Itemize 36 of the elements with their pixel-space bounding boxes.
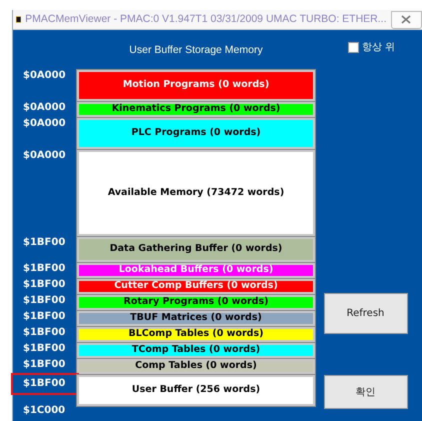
memory-block: TComp Tables (0 words) [77,343,315,358]
address-label: $0A000 [22,102,67,115]
address-label: $0A000 [22,118,67,131]
address-label: $1BF00 [22,295,66,308]
address-label: $1BF00 [22,237,66,250]
address-label: $1BF00 [13,375,77,393]
memory-block: Available Memory (73472 words) [77,150,315,236]
address-label: $1BF00 [22,263,66,276]
address-label: $1BF00 [22,279,66,292]
address-label: $0A000 [22,70,67,83]
address-label: $1BF00 [22,343,66,356]
close-button[interactable] [390,10,422,28]
window-title: PMACMemViewer - PMAC:0 V1.947T1 03/31/2009 UMAC TURBO: ETHER... [25,12,387,27]
memory-block: Data Gathering Buffer (0 words) [77,237,315,262]
memory-block: PLC Programs (0 words) [77,118,315,149]
close-icon [400,15,412,24]
memory-block: Kinematics Programs (0 words) [77,102,315,117]
memory-block: TBUF Matrices (0 words) [77,311,315,326]
address-label: $1BF00 [22,327,66,340]
app-icon [16,14,22,25]
address-label: $1BF00 [22,311,66,324]
memory-block: Cutter Comp Buffers (0 words) [77,279,315,294]
heading: User Buffer Storage Memory [128,43,264,58]
dialog-button[interactable]: 확인 [324,375,408,409]
address-label: $1C000 [22,405,66,417]
memory-block: Rotary Programs (0 words) [77,295,315,310]
dialog-button[interactable]: Refresh [324,293,408,334]
address-label: $1BF00 [22,359,66,372]
checkbox[interactable] [348,42,359,53]
memory-block: Lookahead Buffers (0 words) [77,263,315,278]
memory-block: Comp Tables (0 words) [77,359,315,374]
address-label: $0A000 [22,150,67,163]
memory-block: BLComp Tables (0 words) [77,327,315,342]
memory-block: Motion Programs (0 words) [77,70,315,101]
checkbox-label: 항상 위 [362,41,396,55]
memory-block: User Buffer (256 words) [77,375,315,406]
